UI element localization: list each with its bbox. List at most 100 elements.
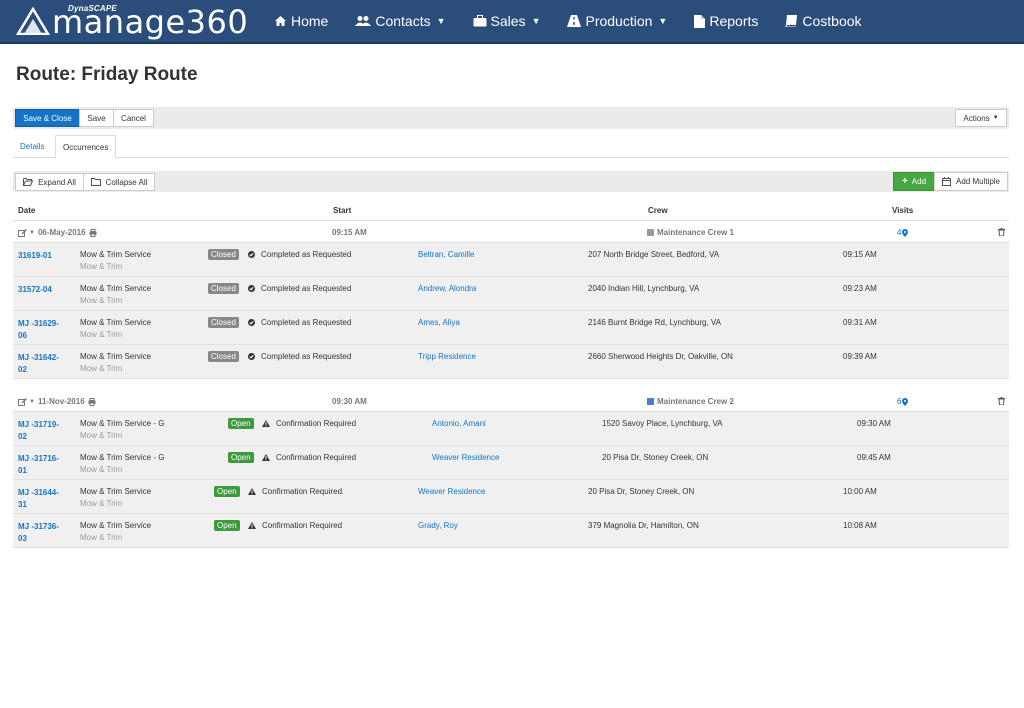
- nav-sales-label: Sales: [490, 13, 526, 29]
- caret-down-icon[interactable]: ▼: [29, 230, 35, 236]
- file-icon: [694, 14, 706, 28]
- table-row[interactable]: MJ -31629- 06 Mow & Trim Service Mow & Tr…: [13, 311, 1009, 345]
- client-link[interactable]: Beltran, Camille: [418, 250, 474, 259]
- client-link[interactable]: Antonio, Amani: [432, 419, 486, 428]
- group-visits[interactable]: 6: [897, 397, 909, 406]
- print-icon[interactable]: [88, 397, 96, 406]
- tab-details[interactable]: Details: [13, 135, 51, 158]
- nav-contacts[interactable]: Contacts ▼: [355, 13, 446, 29]
- save-close-button[interactable]: Save & Close: [15, 109, 80, 127]
- logo-mountain-icon: [16, 7, 50, 35]
- job-id-line1: MJ -31719-: [18, 420, 59, 429]
- warning-icon: [262, 420, 270, 427]
- add-multiple-button[interactable]: Add Multiple: [934, 172, 1008, 191]
- nav-production[interactable]: Production ▼: [567, 13, 667, 29]
- tab-occurrences[interactable]: Occurrences: [55, 135, 117, 159]
- table-row[interactable]: MJ -31716- 01 Mow & Trim Service - G Mow …: [13, 446, 1009, 480]
- table-row[interactable]: MJ -31644- 31 Mow & Trim Service Mow & Tr…: [13, 480, 1009, 514]
- job-id-link[interactable]: 31572-04: [18, 284, 68, 296]
- collapse-all-label: Collapse All: [105, 177, 148, 187]
- job-id-line1: MJ -31644-: [18, 488, 59, 497]
- road-icon: [567, 15, 582, 27]
- client-link[interactable]: Grady, Roy: [418, 521, 458, 530]
- home-icon: [275, 16, 286, 26]
- warning-icon: [248, 522, 256, 529]
- client-link[interactable]: Ames, Aliya: [418, 318, 460, 327]
- service-sub: Mow & Trim: [80, 330, 123, 339]
- page-title: Route: Friday Route: [16, 64, 198, 85]
- nav-costbook[interactable]: Costbook: [785, 13, 862, 29]
- route-toolbar: Save & Close Save Cancel Actions ▼: [13, 107, 1009, 129]
- visit-status: Completed as Requested: [248, 318, 351, 327]
- job-id-link[interactable]: MJ -31716- 01: [18, 453, 68, 477]
- client-link[interactable]: Andrew, Alondra: [418, 284, 476, 293]
- job-id-link[interactable]: MJ -31644- 31: [18, 487, 68, 511]
- client-link[interactable]: Tripp Residence: [418, 352, 476, 361]
- expand-all-button[interactable]: Expand All: [15, 173, 84, 191]
- expand-all-label: Expand All: [38, 177, 76, 187]
- job-id-link[interactable]: MJ -31719- 02: [18, 419, 68, 443]
- job-id-link[interactable]: MJ -31736- 03: [18, 521, 68, 545]
- table-row[interactable]: MJ -31642- 02 Mow & Trim Service Mow & Tr…: [13, 345, 1009, 379]
- nav-reports[interactable]: Reports: [694, 13, 758, 29]
- job-id-link[interactable]: MJ -31629- 06: [18, 318, 68, 342]
- service-sub: Mow & Trim: [80, 431, 123, 440]
- visit-status-text: Completed as Requested: [261, 318, 352, 327]
- table-row[interactable]: 31619-01 Mow & Trim Service Mow & Trim C…: [13, 243, 1009, 277]
- occurrence-group: ▼ 06-May-2016 09:15 AM Maintenance Crew …: [13, 222, 1009, 379]
- visit-status: Confirmation Required: [248, 521, 342, 530]
- client-link[interactable]: Weaver Residence: [432, 453, 499, 462]
- status-badge: Open: [214, 486, 240, 497]
- save-button[interactable]: Save: [79, 109, 114, 127]
- trash-icon[interactable]: [998, 228, 1005, 238]
- column-header-start[interactable]: Start: [333, 206, 351, 215]
- client-link[interactable]: Weaver Residence: [418, 487, 485, 496]
- nav-costbook-label: Costbook: [802, 13, 862, 29]
- job-id-link[interactable]: MJ -31642- 02: [18, 352, 68, 376]
- brand-logo[interactable]: DynaSCAPE manage360: [16, 0, 274, 43]
- service-name: Mow & Trim Service: [80, 521, 152, 530]
- visit-address: 2660 Sherwood Heights Dr, Oakville, ON: [588, 352, 733, 361]
- group-visits-count: 4: [897, 228, 902, 237]
- visit-status-text: Confirmation Required: [276, 419, 357, 428]
- occurrences-toolbar: Expand All Collapse All + Add Add Multip…: [13, 171, 1009, 192]
- job-id-line2: 06: [18, 331, 27, 340]
- edit-icon[interactable]: [18, 228, 27, 237]
- collapse-all-button[interactable]: Collapse All: [83, 173, 155, 191]
- add-button[interactable]: + Add: [893, 172, 935, 191]
- calendar-icon: [941, 177, 951, 186]
- table-row[interactable]: MJ -31736- 03 Mow & Trim Service Mow & Tr…: [13, 514, 1009, 548]
- nav-home-label: Home: [291, 13, 329, 29]
- status-badge: Open: [228, 418, 254, 429]
- actions-button[interactable]: Actions ▼: [955, 109, 1007, 127]
- visit-status: Completed as Requested: [248, 284, 351, 293]
- check-circle-icon: [248, 285, 255, 292]
- print-icon[interactable]: [89, 228, 97, 237]
- nav-sales[interactable]: Sales ▼: [473, 13, 540, 29]
- trash-icon[interactable]: [998, 397, 1005, 407]
- group-visits[interactable]: 4: [897, 228, 909, 237]
- visit-time: 10:08 AM: [843, 521, 877, 530]
- status-badge: Closed: [208, 283, 239, 294]
- visit-status-text: Confirmation Required: [276, 453, 357, 462]
- visit-time: 09:23 AM: [843, 284, 877, 293]
- group-header: ▼ 06-May-2016 09:15 AM Maintenance Crew …: [13, 222, 1009, 243]
- warning-icon: [248, 488, 256, 495]
- group-crew-name: Maintenance Crew 1: [657, 228, 734, 237]
- column-header-crew[interactable]: Crew: [648, 206, 668, 215]
- status-badge: Closed: [208, 317, 239, 328]
- job-id-link[interactable]: 31619-01: [18, 250, 68, 262]
- table-row[interactable]: MJ -31719- 02 Mow & Trim Service - G Mow …: [13, 412, 1009, 446]
- cancel-button[interactable]: Cancel: [113, 109, 154, 127]
- caret-down-icon[interactable]: ▼: [29, 399, 35, 405]
- nav-contacts-label: Contacts: [375, 13, 431, 29]
- nav-home[interactable]: Home: [274, 13, 328, 29]
- caret-down-icon: ▼: [992, 115, 999, 121]
- column-header-visits[interactable]: Visits: [892, 206, 913, 215]
- edit-icon[interactable]: [18, 397, 27, 406]
- visit-status-text: Completed as Requested: [261, 284, 352, 293]
- column-header-date[interactable]: Date: [18, 206, 35, 215]
- crew-color-swatch: [647, 398, 654, 405]
- table-row[interactable]: 31572-04 Mow & Trim Service Mow & Trim C…: [13, 277, 1009, 311]
- group-date: ▼ 06-May-2016: [18, 228, 97, 237]
